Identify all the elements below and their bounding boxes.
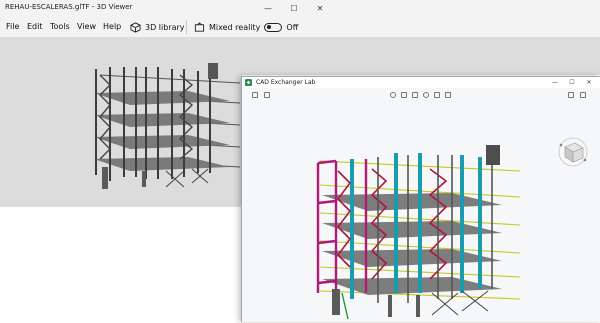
menu-file[interactable]: File: [6, 22, 19, 31]
view-mode-icon[interactable]: [390, 92, 396, 98]
display-mode-icon[interactable]: [423, 92, 429, 98]
toggle-knob: [267, 24, 272, 29]
viewcube-icon[interactable]: [556, 135, 590, 169]
home-icon[interactable]: [252, 92, 258, 98]
viewer-titlebar: REHAU-ESCALERAS.glTF - 3D Viewer — ☐ ✕: [0, 0, 600, 17]
mixed-reality-icon: [194, 21, 205, 32]
cad-minimize-button[interactable]: —: [547, 77, 563, 88]
viewer-title: REHAU-ESCALERAS.glTF - 3D Viewer: [5, 3, 133, 11]
section-icon[interactable]: [401, 92, 407, 98]
fullscreen-icon[interactable]: [445, 92, 451, 98]
mixed-reality-toggle[interactable]: [264, 22, 283, 32]
menu-edit[interactable]: Edit: [27, 22, 43, 31]
cad-close-button[interactable]: ✕: [581, 77, 597, 88]
cad-title: CAD Exchanger Lab: [256, 79, 316, 86]
viewer-building-model: [94, 63, 240, 189]
layers-icon[interactable]: [580, 92, 586, 98]
viewer-menubar: File Edit Tools View Help 3D library Mix…: [0, 17, 600, 37]
fit-view-icon[interactable]: [264, 92, 270, 98]
measure-icon[interactable]: [434, 92, 440, 98]
mixed-reality-label: Mixed reality: [209, 22, 261, 32]
settings-icon[interactable]: [568, 92, 574, 98]
menu-view[interactable]: View: [77, 22, 96, 31]
toolbar-separator: [186, 20, 187, 34]
3d-library-button[interactable]: 3D library: [130, 20, 185, 34]
menu-help[interactable]: Help: [103, 22, 121, 31]
mixed-reality-control[interactable]: Mixed reality Off: [194, 20, 298, 34]
mixed-reality-state: Off: [286, 22, 299, 32]
cad-toolbar: [242, 88, 600, 103]
viewer-3d-canvas[interactable]: [0, 37, 242, 207]
viewer-minimize-button[interactable]: —: [256, 0, 280, 17]
cad-exchanger-window: CAD Exchanger Lab — ☐ ✕: [241, 76, 600, 322]
cad-titlebar: CAD Exchanger Lab — ☐ ✕: [242, 77, 600, 88]
cad-building-model: [316, 145, 521, 320]
cad-3d-viewport[interactable]: [242, 103, 600, 323]
explode-icon[interactable]: [412, 92, 418, 98]
cad-maximize-button[interactable]: ☐: [564, 77, 580, 88]
cube-icon: [130, 21, 141, 33]
cad-exchanger-logo-icon: [245, 79, 252, 86]
viewer-3d-canvas-right[interactable]: [242, 37, 600, 75]
3d-library-label: 3D library: [145, 22, 185, 32]
menu-tools[interactable]: Tools: [50, 22, 70, 31]
viewer-maximize-button[interactable]: ☐: [282, 0, 306, 17]
viewer-close-button[interactable]: ✕: [308, 0, 332, 17]
